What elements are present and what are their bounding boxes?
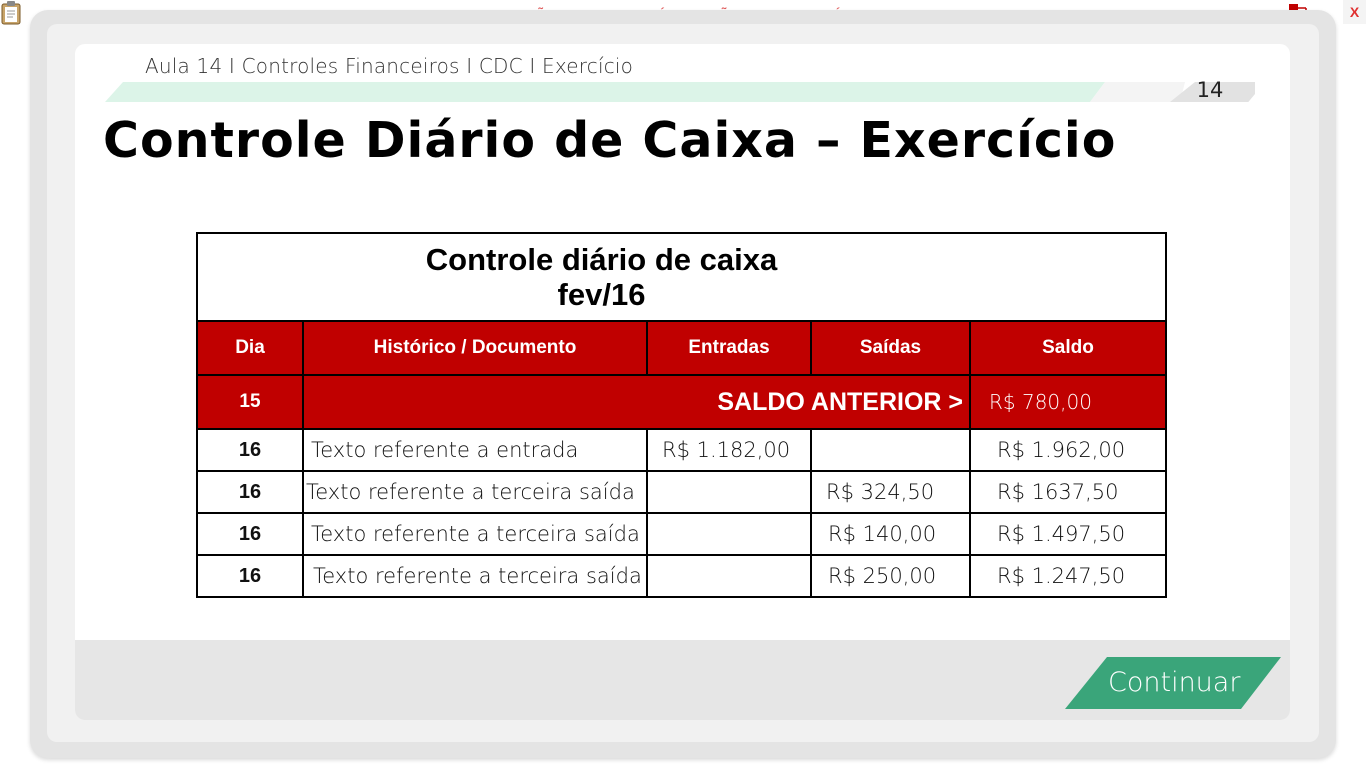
row-day: 16 [196, 470, 304, 514]
page-number: 14 [1196, 78, 1224, 102]
row-saldo: R$ 1.247,50 [969, 554, 1167, 598]
row-entradas [646, 554, 812, 598]
row-description: Texto referente a terceira saída [302, 512, 648, 556]
column-header-historico: Histórico / Documento [302, 320, 648, 376]
table-title: Controle diário de caixa fev/16 [196, 232, 1167, 322]
slide: Aula 14 I Controles Financeiros I CDC I … [75, 44, 1290, 720]
row-saidas: R$ 140,00 [810, 512, 971, 556]
column-header-entradas: Entradas [646, 320, 812, 376]
row-saidas: R$ 324,50 [810, 470, 971, 514]
row-entradas [646, 512, 812, 556]
continue-label[interactable]: Continuar [1108, 667, 1240, 698]
column-header-saidas: Saídas [810, 320, 971, 376]
row-saldo: R$ 1637,50 [969, 470, 1167, 514]
previous-balance-label: SALDO ANTERIOR > [302, 374, 971, 430]
row-saldo: R$ 1.962,00 [969, 428, 1167, 472]
table-row: 16 Texto referente a entrada R$ 1.182,00… [196, 428, 1167, 472]
breadcrumb: Aula 14 I Controles Financeiros I CDC I … [145, 54, 634, 78]
table-header-row: Dia Histórico / Documento Entradas Saída… [196, 320, 1167, 376]
row-description: Texto referente a terceira saída [302, 554, 648, 598]
table-title-line1: Controle diário de caixa [425, 242, 778, 277]
clipboard-icon[interactable] [0, 0, 24, 26]
close-button[interactable]: X [1343, 0, 1366, 24]
close-icon: X [1349, 4, 1360, 20]
previous-balance-value: R$ 780,00 [969, 374, 1167, 430]
row-description: Texto referente a terceira saída [302, 470, 648, 514]
table-row: 16 Texto referente a terceira saída R$ 1… [196, 512, 1167, 556]
row-day: 16 [196, 554, 304, 598]
header-stripe [105, 82, 1255, 102]
row-saidas [810, 428, 971, 472]
row-entradas: R$ 1.182,00 [646, 428, 812, 472]
row-day: 16 [196, 512, 304, 556]
row-saidas: R$ 250,00 [810, 554, 971, 598]
row-description: Texto referente a entrada [302, 428, 648, 472]
table-row: 16 Texto referente a terceira saída R$ 3… [196, 470, 1167, 514]
row-saldo: R$ 1.497,50 [969, 512, 1167, 556]
previous-balance-day: 15 [196, 374, 304, 430]
row-day: 16 [196, 428, 304, 472]
previous-balance-row: 15 SALDO ANTERIOR > R$ 780,00 [196, 374, 1167, 430]
column-header-dia: Dia [196, 320, 304, 376]
cash-control-table: Controle diário de caixa fev/16 Dia Hist… [196, 232, 1167, 598]
table-row: 16 Texto referente a terceira saída R$ 2… [196, 554, 1167, 598]
row-entradas [646, 470, 812, 514]
column-header-saldo: Saldo [969, 320, 1167, 376]
table-title-line2: fev/16 [557, 277, 646, 312]
page-title: Controle Diário de Caixa – Exercício [103, 112, 1117, 169]
